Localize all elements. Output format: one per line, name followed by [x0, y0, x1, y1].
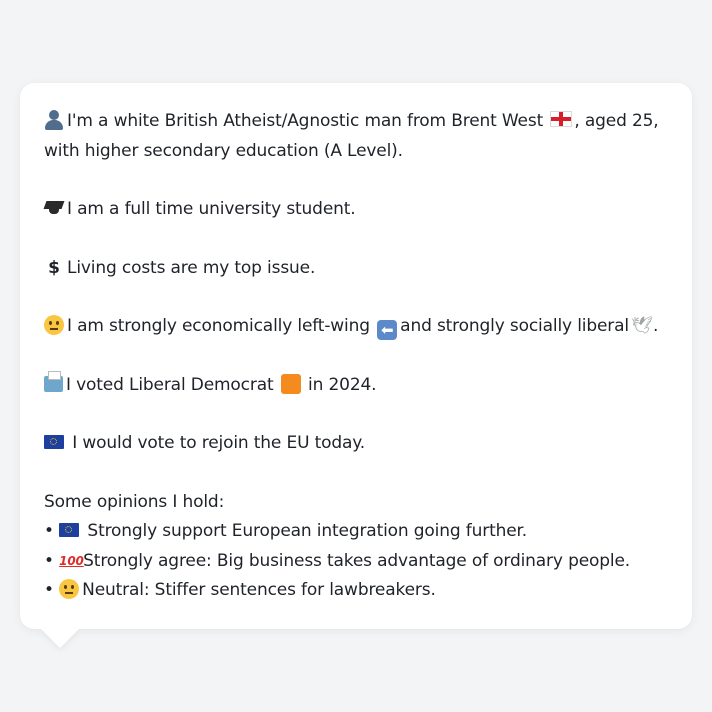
- left-arrow-icon: ⬅: [377, 320, 398, 340]
- politics-text-a: I am strongly economically left-wing: [67, 316, 370, 336]
- age-text: , aged 25,: [574, 111, 659, 131]
- student-line: I am a full time university student.: [44, 195, 672, 225]
- graduation-cap-icon: [44, 198, 64, 218]
- bubble-tail: [40, 628, 80, 648]
- opinion-text: Strongly agree: Big business takes advan…: [83, 550, 631, 571]
- bullet: •: [44, 521, 54, 541]
- opinion-text: Neutral: Stiffer sentences for lawbreake…: [82, 580, 436, 600]
- vote-line: I voted Liberal Democrat in 2024.: [44, 370, 672, 401]
- vote-text-b: in 2024.: [308, 374, 377, 395]
- opinion-item: • Strongly support European integration …: [44, 517, 672, 547]
- eu-text: I would vote to rejoin the EU today.: [72, 433, 366, 453]
- dollar-sign-icon: $: [48, 257, 60, 278]
- identity-text: I'm a white British Atheist/Agnostic man…: [67, 111, 544, 131]
- eu-flag-icon: [59, 523, 80, 537]
- bullet: •: [44, 550, 54, 571]
- vote-text-a: I voted Liberal Democrat: [66, 374, 274, 395]
- dove-icon: 🕊: [630, 316, 653, 336]
- opinion-item: • 100Strongly agree: Big business takes …: [44, 547, 672, 577]
- education-line: with higher secondary education (A Level…: [44, 140, 403, 161]
- politics-text-c: .: [652, 316, 659, 336]
- opinion-text: Strongly support European integration go…: [87, 521, 528, 541]
- thinking-face-icon: [44, 315, 64, 335]
- politics-text-b: and strongly socially liberal: [400, 316, 629, 336]
- england-flag-icon: [550, 111, 573, 127]
- message-bubble: I'm a white British Atheist/Agnostic man…: [20, 83, 692, 629]
- identity-line: I'm a white British Atheist/Agnostic man…: [44, 107, 672, 137]
- hundred-points-icon: 100: [59, 553, 84, 568]
- opinions-heading: Some opinions I hold:: [44, 491, 225, 512]
- ballot-box-icon: [44, 370, 63, 392]
- opinion-item: • Neutral: Stiffer sentences for lawbrea…: [44, 576, 672, 606]
- issue-line: $ Living costs are my top issue.: [44, 254, 672, 284]
- politics-line: I am strongly economically left-wing ⬅ an…: [44, 312, 672, 342]
- student-text: I am a full time university student.: [67, 199, 356, 219]
- bust-in-silhouette-icon: [44, 110, 64, 130]
- neutral-face-icon: [59, 579, 80, 599]
- issue-text: Living costs are my top issue.: [67, 257, 316, 278]
- eu-line: I would vote to rejoin the EU today.: [44, 429, 672, 459]
- bullet: •: [44, 580, 54, 600]
- orange-square-icon: [280, 373, 301, 394]
- eu-flag-icon: [44, 435, 64, 449]
